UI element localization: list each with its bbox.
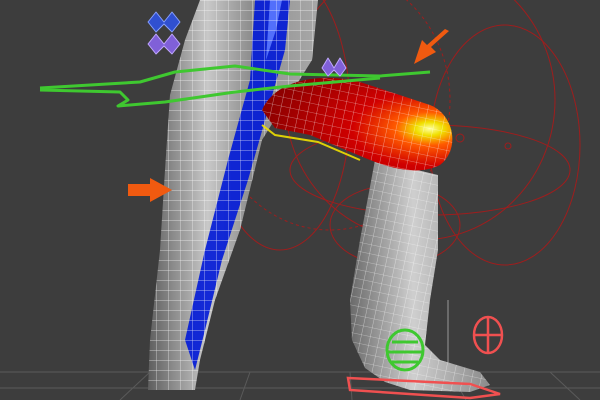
standing-leg-mesh[interactable] [148,0,318,390]
thigh-weight-mesh[interactable] [261,77,453,171]
foot-gimbal-control-icon[interactable] [472,315,504,355]
viewport-scene[interactable] [0,0,600,400]
ground-grid [0,371,600,400]
3d-viewport[interactable] [0,0,600,400]
bent-leg-shin-mesh[interactable] [350,160,490,392]
